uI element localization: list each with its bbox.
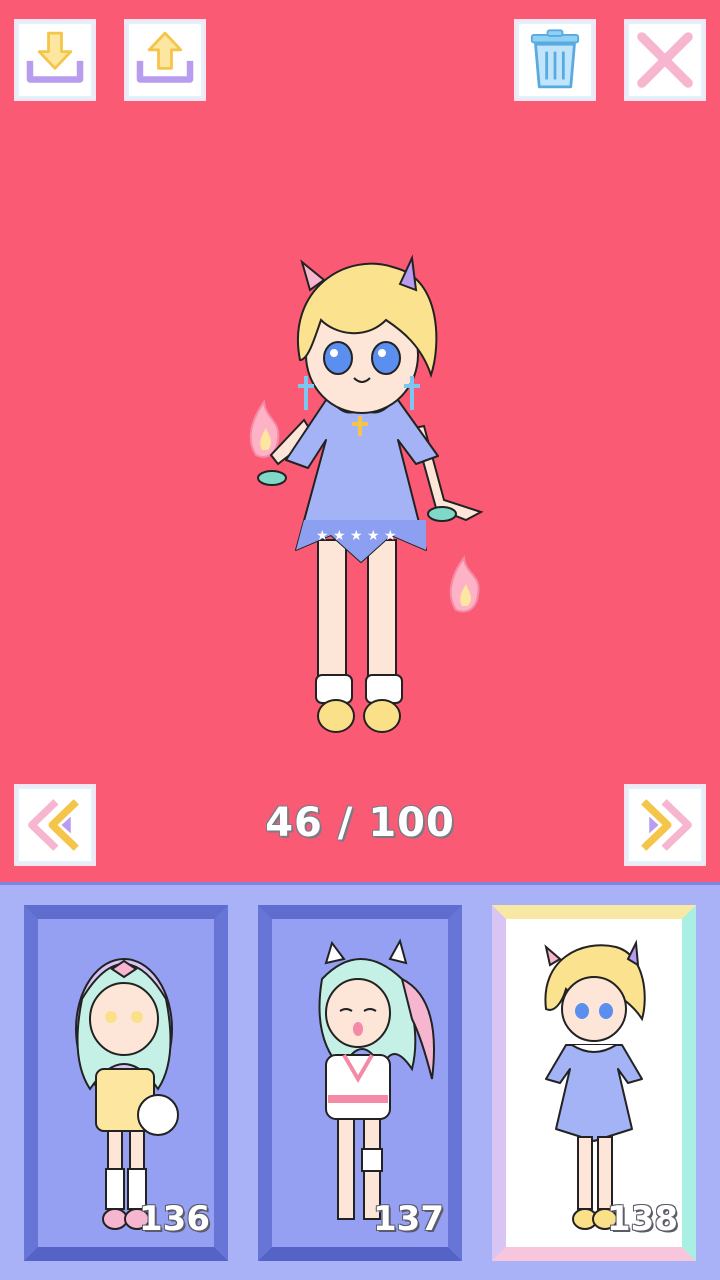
page-counter: 46 / 100 [265, 800, 455, 846]
upload-button[interactable] [124, 19, 206, 101]
save-slot-card[interactable]: 137 [258, 905, 462, 1261]
next-button[interactable] [624, 784, 706, 866]
character-stage: ★ ★ ★ ★ ★ 46 / 100 [0, 0, 720, 882]
save-slot-card-selected[interactable]: 138 [492, 905, 696, 1261]
save-slot-panel: 136 137 138 [0, 882, 720, 1280]
download-icon [26, 31, 84, 83]
upload-icon [136, 31, 194, 83]
slot-number: 138 [607, 1199, 678, 1239]
double-chevron-left-icon [28, 799, 79, 851]
delete-button[interactable] [514, 19, 596, 101]
character-thumbnail [544, 939, 646, 1230]
double-chevron-right-icon [641, 799, 692, 851]
close-icon [637, 32, 693, 88]
previous-button[interactable] [14, 784, 96, 866]
trash-icon [530, 29, 580, 89]
character-thumbnail [75, 958, 179, 1230]
save-slot-card[interactable]: 136 [24, 905, 228, 1261]
close-button[interactable] [624, 19, 706, 101]
character-illustration: ★ ★ ★ ★ ★ [249, 254, 484, 733]
svg-text:★ ★ ★ ★ ★: ★ ★ ★ ★ ★ [316, 528, 397, 544]
download-button[interactable] [14, 19, 96, 101]
character-thumbnail [318, 938, 435, 1220]
slot-number: 136 [139, 1199, 210, 1239]
slot-number: 137 [373, 1199, 444, 1239]
